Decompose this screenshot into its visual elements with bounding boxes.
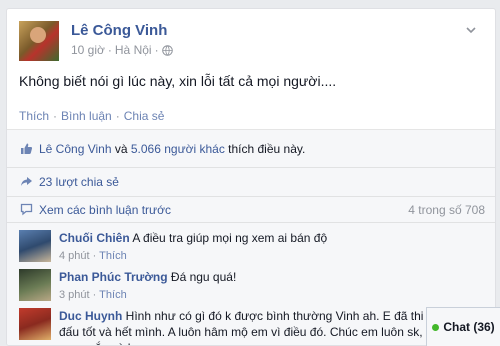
likes-and: và: [111, 141, 131, 156]
chat-sidebar-toggle[interactable]: Chat (36): [426, 307, 500, 346]
post-card: Lê Công Vinh 10 giờ · Hà Nội · Không biế…: [6, 8, 496, 346]
other-likers-link[interactable]: 5.066 người khác: [131, 142, 225, 156]
commenter-avatar[interactable]: [19, 308, 51, 340]
meta-separator: ·: [107, 43, 112, 57]
meta-separator: ·: [154, 43, 159, 57]
shares-row: 23 lượt chia sẻ: [7, 168, 495, 197]
comment-time[interactable]: 3 phút: [59, 289, 90, 301]
commenter-name[interactable]: Chuối Chiên: [59, 231, 130, 245]
view-previous-row: Xem các bình luận trước 4 trong số 708: [7, 197, 495, 223]
likes-suffix: thích điều này.: [224, 141, 306, 156]
action-separator: ·: [115, 109, 120, 123]
comment-text: A điều tra giúp mọi ng xem ai bán độ: [129, 231, 328, 245]
commenter-avatar[interactable]: [19, 269, 51, 301]
meta-separator: ·: [89, 250, 100, 262]
author-name[interactable]: Lê Công Vinh: [71, 22, 167, 39]
feedback-section: Lê Công Vinh và 5.066 người khác thích đ…: [7, 129, 495, 345]
comment-body: Chuối Chiên A điều tra giúp mọi ng xem a…: [59, 230, 485, 264]
post-time[interactable]: 10 giờ: [71, 43, 105, 57]
action-separator: ·: [53, 109, 58, 123]
comment-item: Duc Huynh Hình như có gì đó k được bình …: [19, 308, 485, 345]
comment-count: 4 trong số 708: [408, 202, 485, 217]
liker-name[interactable]: Lê Công Vinh: [39, 142, 112, 156]
comment-body: Phan Phúc Trường Đá ngu quá! 3 phút · Th…: [59, 269, 485, 303]
commenter-name[interactable]: Phan Phúc Trường: [59, 270, 168, 284]
commenter-name[interactable]: Duc Huynh: [59, 309, 122, 323]
commenter-avatar[interactable]: [19, 230, 51, 262]
post-actions: Thích · Bình luận · Chia sẻ: [19, 109, 164, 123]
comment-time[interactable]: 4 phút: [59, 250, 90, 262]
comment-like-button[interactable]: Thích: [99, 250, 127, 262]
comment-item: Phan Phúc Trường Đá ngu quá! 3 phút · Th…: [19, 269, 485, 309]
chat-label: Chat (36): [443, 320, 495, 334]
comment-like-button[interactable]: Thích: [99, 289, 127, 301]
shares-link[interactable]: 23 lượt chia sẻ: [39, 175, 119, 189]
post-header: Lê Công Vinh 10 giờ · Hà Nội ·: [19, 21, 485, 61]
comment-icon: [19, 203, 33, 217]
likes-row: Lê Công Vinh và 5.066 người khác thích đ…: [7, 130, 495, 168]
author-avatar[interactable]: [19, 21, 59, 61]
share-button[interactable]: Chia sẻ: [124, 109, 165, 123]
meta-separator: ·: [89, 289, 100, 301]
globe-icon[interactable]: [161, 44, 173, 56]
post-location[interactable]: Hà Nội: [115, 43, 152, 57]
comment-meta: 4 phút · Thích: [59, 248, 485, 264]
like-button[interactable]: Thích: [19, 109, 49, 123]
share-icon: [19, 175, 33, 189]
post-meta: 10 giờ · Hà Nội ·: [71, 43, 173, 57]
comment-meta: 3 phút · Thích: [59, 287, 485, 303]
comment-body: Duc Huynh Hình như có gì đó k được bình …: [59, 308, 439, 345]
comment-item: Chuối Chiên A điều tra giúp mọi ng xem a…: [19, 230, 485, 270]
view-previous-comments-link[interactable]: Xem các bình luận trước: [39, 203, 171, 217]
thumbs-up-icon: [19, 142, 33, 156]
online-status-icon: [432, 323, 440, 331]
comment-text: Đá ngu quá!: [167, 270, 237, 284]
comment-button[interactable]: Bình luận: [61, 109, 112, 123]
chevron-down-icon[interactable]: [463, 23, 479, 39]
post-text: Không biết nói gì lúc này, xin lỗi tất c…: [19, 73, 337, 89]
